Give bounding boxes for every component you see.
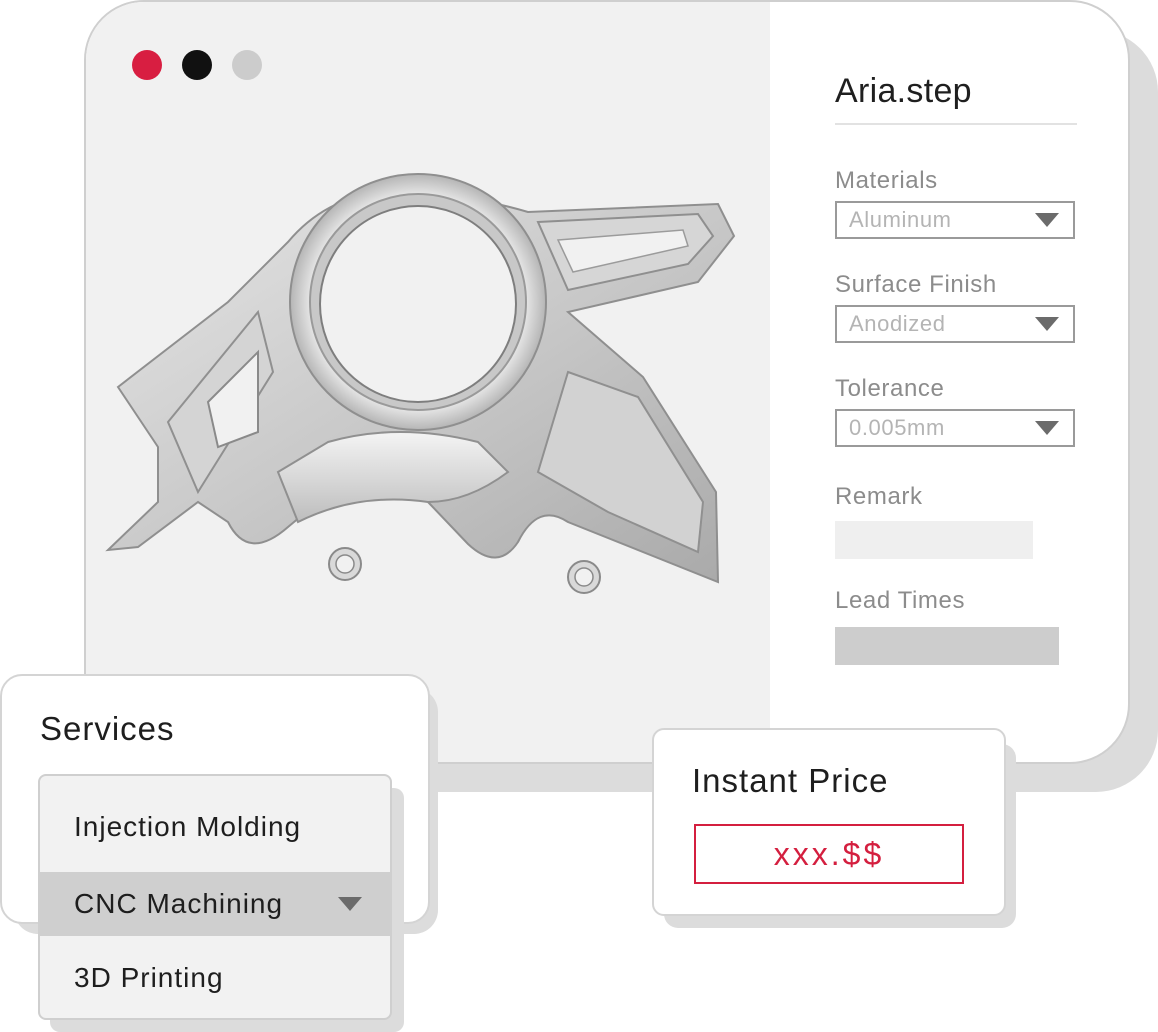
maximize-dot-icon[interactable] <box>232 50 262 80</box>
lead-times-input[interactable] <box>835 627 1059 665</box>
instant-price-title: Instant Price <box>692 762 889 799</box>
service-option-injection-molding[interactable]: Injection Molding <box>40 776 390 872</box>
chevron-down-icon <box>338 897 362 911</box>
service-option-label: Injection Molding <box>74 811 302 842</box>
remark-field: Remark <box>835 483 1077 559</box>
service-option-cnc-machining[interactable]: CNC Machining <box>40 872 390 936</box>
instant-price-card <box>652 728 1006 916</box>
aluminum-bracket-part-icon[interactable] <box>98 172 758 612</box>
file-name-title: Aria.step <box>835 72 1077 125</box>
tolerance-label: Tolerance <box>835 375 945 402</box>
chevron-down-icon <box>1035 317 1059 331</box>
materials-field: Materials Aluminum <box>835 167 1077 239</box>
lead-times-label: Lead Times <box>835 587 966 614</box>
remark-input[interactable] <box>835 521 1033 559</box>
materials-value: Aluminum <box>849 207 952 232</box>
chevron-down-icon <box>1035 421 1059 435</box>
remark-label: Remark <box>835 483 923 510</box>
surface-finish-value: Anodized <box>849 311 946 336</box>
close-dot-icon[interactable] <box>132 50 162 80</box>
tolerance-value: 0.005mm <box>849 415 945 440</box>
surface-finish-select[interactable]: Anodized <box>835 305 1075 343</box>
properties-panel: Aria.step Materials Aluminum Surface Fin… <box>835 72 1077 665</box>
services-title: Services <box>40 710 175 747</box>
materials-select[interactable]: Aluminum <box>835 201 1075 239</box>
surface-finish-field: Surface Finish Anodized <box>835 271 1077 343</box>
model-viewport[interactable] <box>86 2 770 762</box>
price-value-box: xxx.$$ <box>694 824 964 884</box>
services-dropdown[interactable]: Injection Molding CNC Machining 3D Print… <box>38 774 392 1020</box>
window-controls <box>132 50 262 80</box>
lead-times-field: Lead Times <box>835 587 1077 665</box>
tolerance-select[interactable]: 0.005mm <box>835 409 1075 447</box>
service-option-label: 3D Printing <box>74 962 224 993</box>
minimize-dot-icon[interactable] <box>182 50 212 80</box>
surface-finish-label: Surface Finish <box>835 271 997 298</box>
materials-label: Materials <box>835 167 938 194</box>
tolerance-field: Tolerance 0.005mm <box>835 375 1077 447</box>
service-option-3d-printing[interactable]: 3D Printing <box>40 936 390 1018</box>
service-option-label: CNC Machining <box>74 888 284 919</box>
chevron-down-icon <box>1035 213 1059 227</box>
app-window: Aria.step Materials Aluminum Surface Fin… <box>84 0 1130 764</box>
